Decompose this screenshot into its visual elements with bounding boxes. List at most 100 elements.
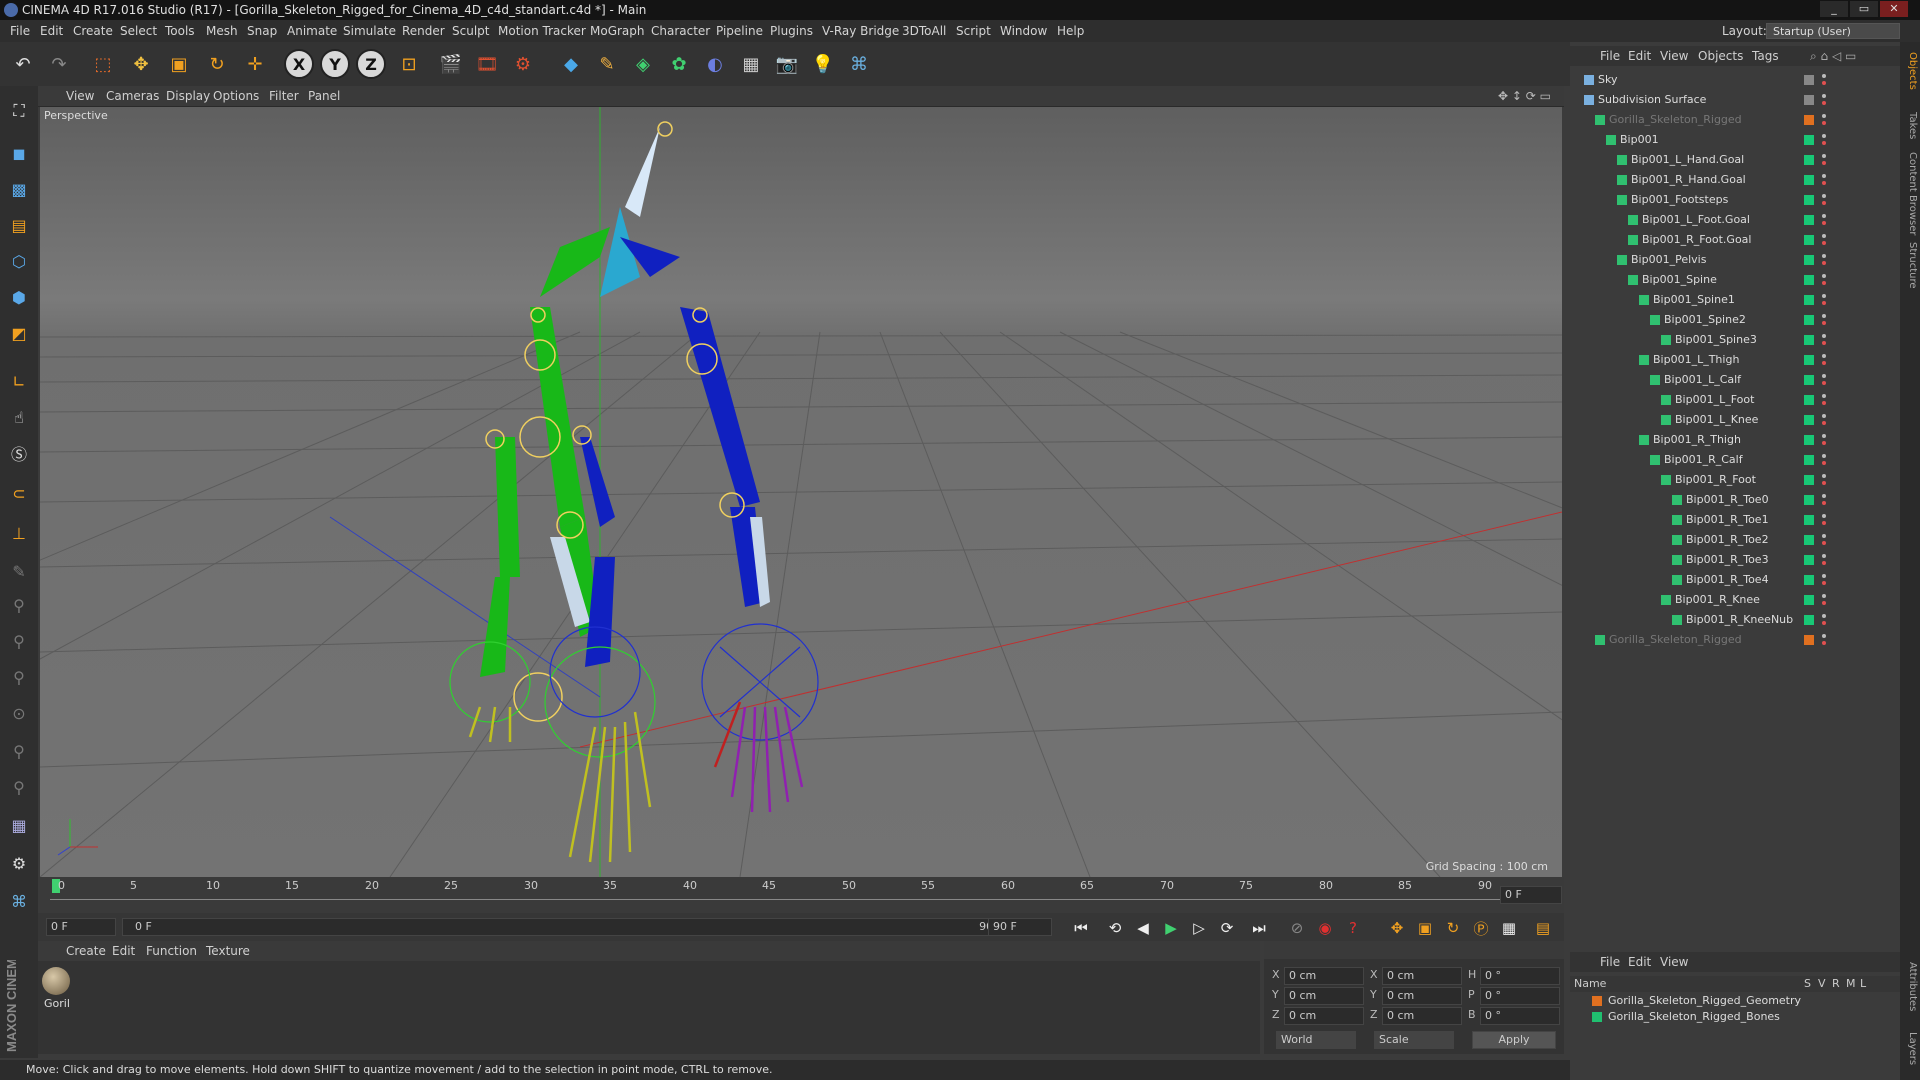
editor-visibility-dot[interactable] xyxy=(1822,174,1826,178)
workplane-icon[interactable]: ▤ xyxy=(4,210,34,240)
viewport-menu-view[interactable]: View xyxy=(66,86,94,106)
object-menu-edit[interactable]: Edit xyxy=(1628,46,1651,66)
layer-tag-icon[interactable] xyxy=(1804,175,1814,185)
render-visibility-dot[interactable] xyxy=(1822,261,1826,265)
render-visibility-dot[interactable] xyxy=(1822,601,1826,605)
snap-icon[interactable]: Ⓢ xyxy=(4,438,34,468)
object-row[interactable]: Bip001_Pelvis xyxy=(1570,250,1900,270)
object-row[interactable]: Bip001_L_Thigh xyxy=(1570,350,1900,370)
keyframe-selection-icon[interactable]: ? xyxy=(1342,917,1364,939)
render-visibility-dot[interactable] xyxy=(1822,341,1826,345)
object-row[interactable]: Bip001_R_Toe4 xyxy=(1570,570,1900,590)
editor-visibility-dot[interactable] xyxy=(1822,414,1826,418)
make-editable-icon[interactable]: ⛶ xyxy=(4,96,34,126)
object-row[interactable]: Subdivision Surface xyxy=(1570,90,1900,110)
render-visibility-dot[interactable] xyxy=(1822,201,1826,205)
position-key-icon[interactable]: ✥ xyxy=(1386,917,1408,939)
paint-tool-icon[interactable]: ⚲ xyxy=(4,772,34,802)
menu-script[interactable]: Script xyxy=(956,20,991,42)
position-y-field[interactable]: 0 cm xyxy=(1284,987,1364,1005)
object-row[interactable]: Bip001_R_Calf xyxy=(1570,450,1900,470)
previous-frame-icon[interactable]: ◀ xyxy=(1132,917,1154,939)
layout-select[interactable]: Startup (User) xyxy=(1766,23,1900,39)
subdivision-icon[interactable]: ◈ xyxy=(628,49,658,79)
layer-menu-file[interactable]: File xyxy=(1600,952,1620,972)
render-visibility-dot[interactable] xyxy=(1822,381,1826,385)
layer-tag-icon[interactable] xyxy=(1804,495,1814,505)
object-row[interactable]: Bip001_R_Thigh xyxy=(1570,430,1900,450)
previous-key-icon[interactable]: ⟲ xyxy=(1104,917,1126,939)
editor-visibility-dot[interactable] xyxy=(1822,394,1826,398)
start-frame-field[interactable]: 0 F xyxy=(46,918,116,936)
editor-visibility-dot[interactable] xyxy=(1822,154,1826,158)
size-y-field[interactable]: 0 cm xyxy=(1382,987,1462,1005)
render-visibility-dot[interactable] xyxy=(1822,621,1826,625)
layer-tag-icon[interactable] xyxy=(1804,155,1814,165)
joint-tool-icon[interactable]: ⊥ xyxy=(4,518,34,548)
layer-menu-edit[interactable]: Edit xyxy=(1628,952,1651,972)
object-menu-objects[interactable]: Objects xyxy=(1698,46,1743,66)
object-row[interactable]: Bip001 xyxy=(1570,130,1900,150)
viewport-menu-filter[interactable]: Filter xyxy=(269,86,299,106)
menu-edit[interactable]: Edit xyxy=(40,20,63,42)
python-script-icon[interactable]: ⌘ xyxy=(4,886,34,916)
object-menu-file[interactable]: File xyxy=(1600,46,1620,66)
render-visibility-dot[interactable] xyxy=(1822,281,1826,285)
editor-visibility-dot[interactable] xyxy=(1822,494,1826,498)
rotation-key-icon[interactable]: ↻ xyxy=(1442,917,1464,939)
coordinate-mode-select[interactable]: World xyxy=(1276,1031,1356,1049)
object-row[interactable]: Bip001_R_Toe2 xyxy=(1570,530,1900,550)
material-menu-function[interactable]: Function xyxy=(146,941,197,961)
object-row[interactable]: Bip001_R_Knee xyxy=(1570,590,1900,610)
viewport-menu-panel[interactable]: Panel xyxy=(308,86,340,106)
layer-tag-icon[interactable] xyxy=(1804,475,1814,485)
layer-row[interactable]: Gorilla_Skeleton_Rigged_Bones xyxy=(1570,1010,1900,1024)
menu-motion-tracker[interactable]: Motion Tracker xyxy=(498,20,586,42)
rotation-h-field[interactable]: 0 ° xyxy=(1480,967,1560,985)
tab-attributes[interactable]: Attributes xyxy=(1902,962,1918,1011)
object-row[interactable]: Bip001_Footsteps xyxy=(1570,190,1900,210)
object-row[interactable]: Sky xyxy=(1570,70,1900,90)
object-row[interactable]: Bip001_R_Hand.Goal xyxy=(1570,170,1900,190)
minimize-button[interactable]: _ xyxy=(1820,1,1848,17)
render-visibility-dot[interactable] xyxy=(1822,581,1826,585)
edges-mode-icon[interactable]: ⬢ xyxy=(4,282,34,312)
size-z-field[interactable]: 0 cm xyxy=(1382,1007,1462,1025)
apply-button[interactable]: Apply xyxy=(1472,1031,1556,1049)
object-row[interactable]: Gorilla_Skeleton_Rigged xyxy=(1570,110,1900,130)
weight-tool-icon[interactable]: ⚲ xyxy=(4,736,34,766)
layer-menu-view[interactable]: View xyxy=(1660,952,1688,972)
render-visibility-dot[interactable] xyxy=(1822,481,1826,485)
editor-visibility-dot[interactable] xyxy=(1822,234,1826,238)
render-visibility-dot[interactable] xyxy=(1822,641,1826,645)
timeline-ruler[interactable]: 0 5 10 15 20 25 30 35 40 45 50 55 60 65 … xyxy=(38,877,1564,913)
layer-tag-icon[interactable] xyxy=(1804,315,1814,325)
object-row[interactable]: Bip001_R_Foot xyxy=(1570,470,1900,490)
editor-visibility-dot[interactable] xyxy=(1822,274,1826,278)
position-x-field[interactable]: 0 cm xyxy=(1284,967,1364,985)
scale-key-icon[interactable]: ▣ xyxy=(1414,917,1436,939)
editor-visibility-dot[interactable] xyxy=(1822,354,1826,358)
editor-visibility-dot[interactable] xyxy=(1822,134,1826,138)
coordinate-system-icon[interactable]: ⊡ xyxy=(394,49,424,79)
material-menu-texture[interactable]: Texture xyxy=(206,941,250,961)
tweak-icon[interactable]: ☝ xyxy=(4,402,34,432)
layer-row[interactable]: Gorilla_Skeleton_Rigged_Geometry xyxy=(1570,994,1900,1008)
object-row[interactable]: Bip001_L_Hand.Goal xyxy=(1570,150,1900,170)
magnet-icon[interactable]: ⊂ xyxy=(4,478,34,508)
editor-visibility-dot[interactable] xyxy=(1822,594,1826,598)
editor-visibility-dot[interactable] xyxy=(1822,454,1826,458)
menu-window[interactable]: Window xyxy=(1000,20,1047,42)
timeline-window-icon[interactable]: ▤ xyxy=(1532,917,1554,939)
floor-icon[interactable]: ▦ xyxy=(736,49,766,79)
render-view-icon[interactable]: 🎬 xyxy=(436,49,466,79)
object-row[interactable]: Bip001_L_Knee xyxy=(1570,410,1900,430)
object-row[interactable]: Bip001_L_Foot.Goal xyxy=(1570,210,1900,230)
menu-plugins[interactable]: Plugins xyxy=(770,20,813,42)
model-mode-icon[interactable]: ◼ xyxy=(4,138,34,168)
menu-pipeline[interactable]: Pipeline xyxy=(716,20,763,42)
render-visibility-dot[interactable] xyxy=(1822,301,1826,305)
autokey-icon[interactable]: ◉ xyxy=(1314,917,1336,939)
tab-structure[interactable]: Structure xyxy=(1902,242,1918,289)
tab-takes[interactable]: Takes xyxy=(1902,112,1918,139)
